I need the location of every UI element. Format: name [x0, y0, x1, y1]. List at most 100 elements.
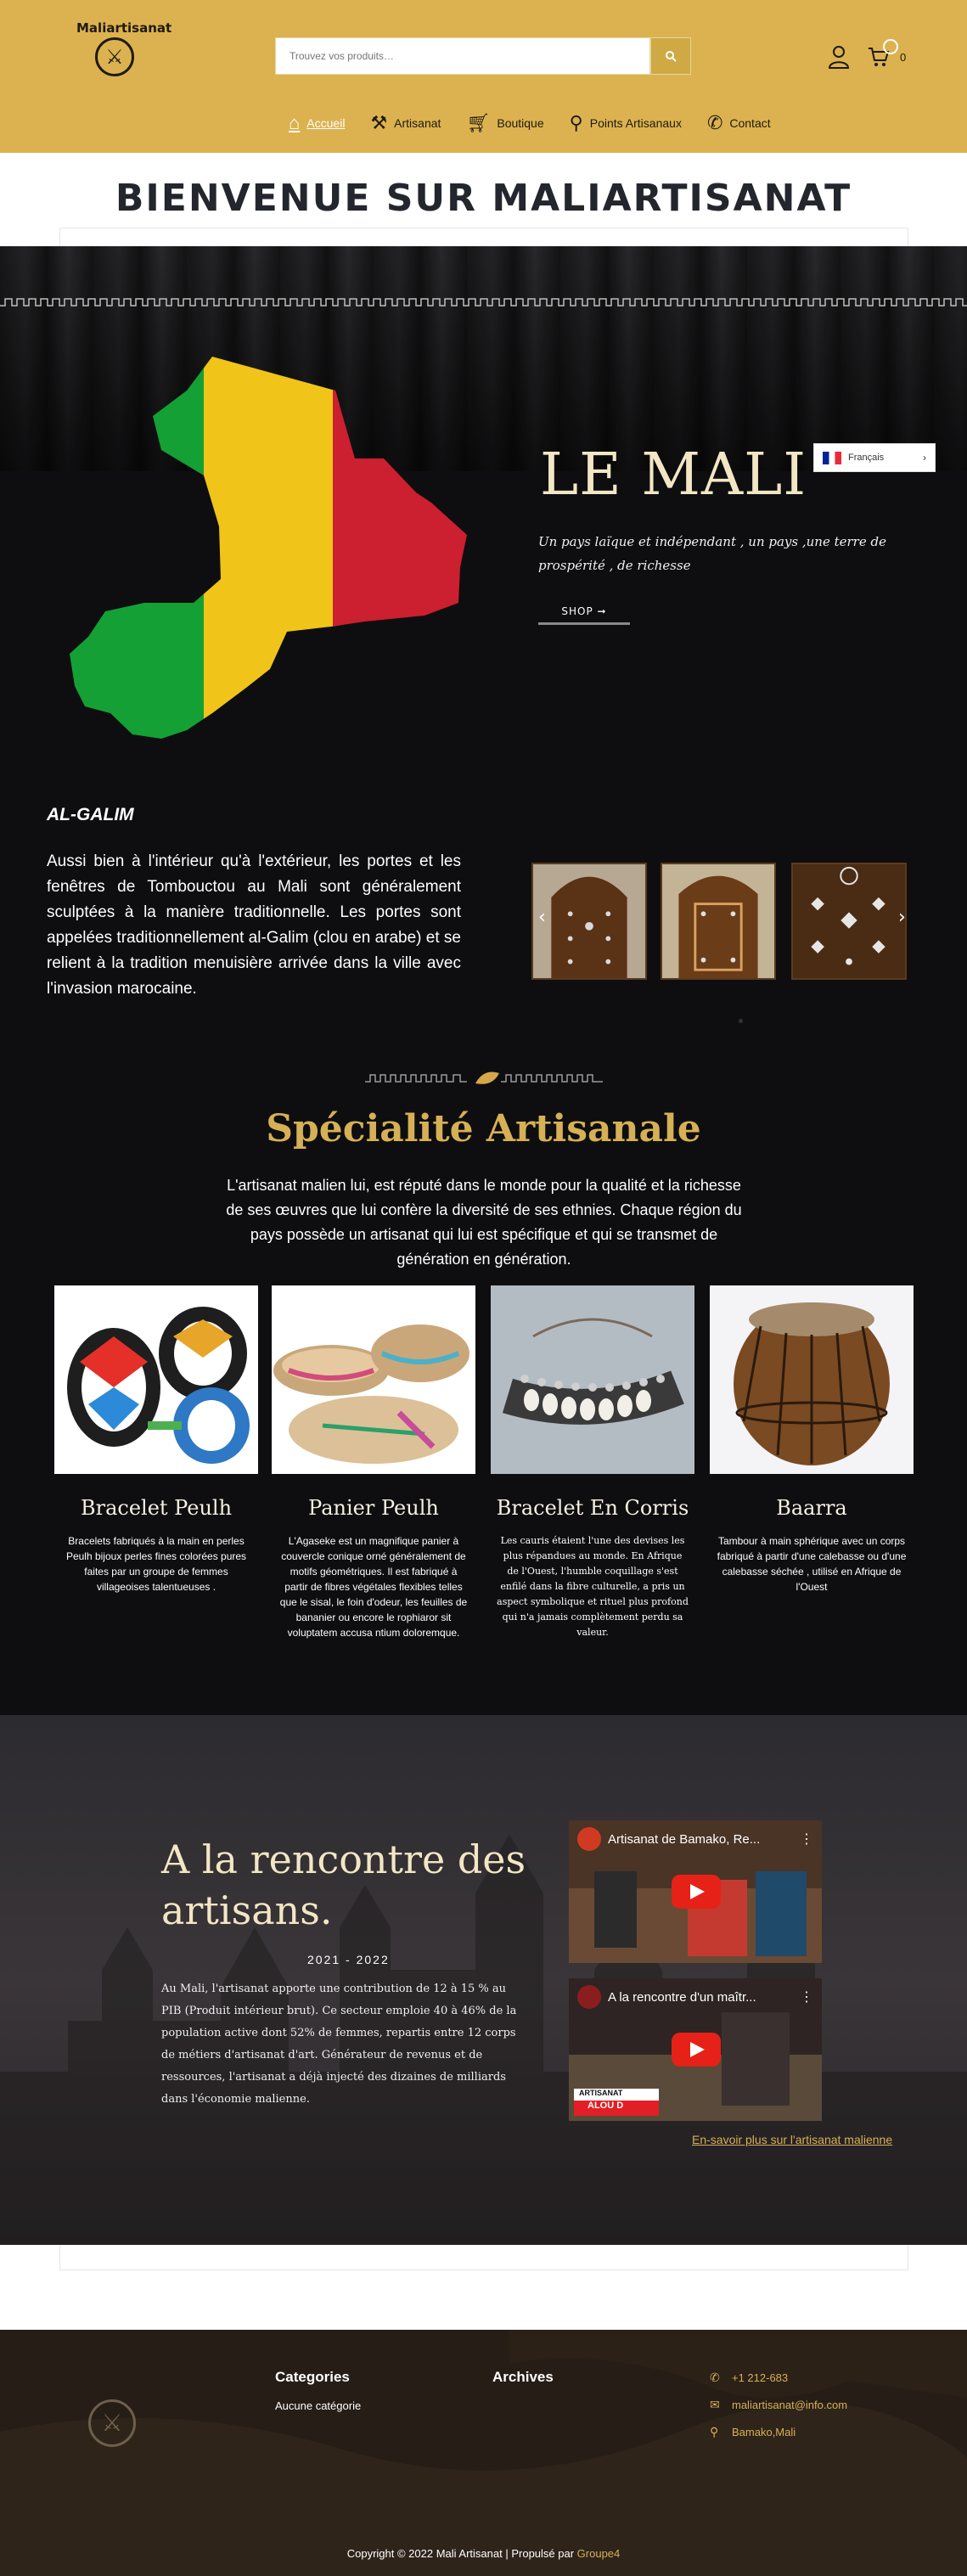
cart-button[interactable]: 0: [868, 39, 910, 68]
footer-email-text: maliartisanat@info.com: [732, 2399, 848, 2411]
door-slider: ‹ ›: [530, 863, 912, 980]
leaf-ornament-icon: [365, 1071, 603, 1084]
slider-prev-arrow-icon[interactable]: ‹: [538, 907, 546, 928]
logo-text: Maliartisanat: [76, 20, 172, 36]
site-logo[interactable]: Maliartisanat: [76, 20, 172, 82]
map-pin-icon: ⚲: [569, 112, 583, 133]
envelope-icon: ✉: [710, 2398, 720, 2411]
product-card[interactable]: Baarra Tambour à main sphérique avec un …: [710, 1285, 914, 1595]
footer-logo-icon[interactable]: [88, 2399, 136, 2447]
product-title: Baarra: [776, 1496, 847, 1520]
footer-map-background: [0, 2330, 967, 2576]
welcome-title: BIENVENUE SUR MALIARTISANAT: [115, 177, 852, 220]
nav-item-contact[interactable]: ✆ Contact: [707, 112, 771, 134]
product-image: [272, 1285, 475, 1474]
video-title: Artisanat de Bamako, Re...: [608, 1831, 761, 1847]
product-description: Tambour à main sphérique avec un corps f…: [717, 1535, 907, 1593]
search-bar: [275, 37, 691, 75]
product-title: Bracelet En Corris: [496, 1496, 689, 1520]
hero-subtitle: Un pays laïque et indépendant , un pays …: [538, 534, 886, 573]
slide-image: [531, 863, 647, 980]
more-options-icon[interactable]: ⋮: [800, 1831, 813, 1848]
specialite-intro: L'artisanat malien lui, est réputé dans …: [226, 1177, 742, 1268]
home-icon: ⌂: [289, 112, 301, 133]
product-image: [491, 1285, 694, 1474]
logo-emblem-icon: [95, 37, 134, 76]
footer-phone[interactable]: ✆ +1 212-683: [710, 2371, 788, 2385]
nav-item-accueil[interactable]: ⌂ Accueil: [289, 112, 345, 134]
video-player[interactable]: ARTISANAT ALOU D A la rencontre d'un maî…: [569, 1978, 822, 2121]
rencontre-section: A la rencontre des artisans. 2021 - 2022…: [0, 1715, 967, 2245]
footer-email[interactable]: ✉ maliartisanat@info.com: [710, 2398, 847, 2412]
french-flag-icon: [823, 451, 841, 464]
video-title-bar: A la rencontre d'un maîtr... ⋮: [577, 1985, 813, 2009]
product-description: Bracelets fabriqués à la main en perles …: [65, 1535, 247, 1593]
hero-section: LE MALI Un pays laïque et indépendant , …: [0, 246, 967, 773]
algalim-title: AL-GALIM: [47, 805, 134, 824]
video-title-bar: Artisanat de Bamako, Re... ⋮: [577, 1827, 813, 1851]
channel-avatar: [577, 1827, 601, 1851]
play-button-icon[interactable]: [672, 1875, 721, 1909]
nav-label: Accueil: [306, 116, 346, 130]
product-description: L'Agaseke est un magnifique panier à cou…: [279, 1535, 468, 1639]
footer-categories-title: Categories: [275, 2369, 350, 2385]
product-card[interactable]: Bracelet En Corris Les cauris étaient l'…: [491, 1285, 694, 1640]
slider-next-arrow-icon[interactable]: ›: [898, 907, 906, 928]
footer-archives-title: Archives: [492, 2369, 554, 2385]
copyright-text: Copyright © 2022 Mali Artisanat | Propul…: [346, 2547, 575, 2560]
nav-label: Points Artisanaux: [589, 116, 682, 130]
shop-button[interactable]: SHOP ➞: [538, 599, 630, 625]
product-title: Bracelet Peulh: [80, 1496, 233, 1520]
nav-label: Boutique: [497, 116, 544, 130]
algalim-text: Aussi bien à l'intérieur qu'à l'extérieu…: [47, 852, 461, 998]
nav-item-points-artisanaux[interactable]: ⚲ Points Artisanaux: [570, 112, 682, 134]
rencontre-date: 2021 - 2022: [307, 1953, 390, 1966]
main-nav: ⌂ Accueil ⚒ Artisanat 🛒︎ Boutique ⚲ Poin…: [289, 112, 796, 134]
algalim-section: AL-GALIM Aussi bien à l'intérieur qu'à l…: [0, 773, 967, 1053]
ornament-border: [0, 298, 967, 307]
product-card[interactable]: Panier Peulh L'Agaseke est un magnifique…: [272, 1285, 475, 1640]
footer-phone-text: +1 212-683: [732, 2371, 789, 2384]
search-input[interactable]: [275, 37, 650, 75]
language-label: Français: [848, 453, 885, 463]
section-frame: [59, 2245, 908, 2270]
product-image: [710, 1285, 914, 1474]
product-card[interactable]: Bracelet Peulh Bracelets fabriqués à la …: [54, 1285, 258, 1595]
slider-dot[interactable]: [739, 1019, 743, 1023]
video-player[interactable]: Artisanat de Bamako, Re... ⋮: [569, 1820, 822, 1963]
rencontre-text: Au Mali, l'artisanat apporte une contrib…: [161, 1983, 517, 2106]
learn-more-link[interactable]: En-savoir plus sur l'artisanat malienne: [692, 2133, 892, 2146]
footer-address-text: Bamako,Mali: [732, 2426, 796, 2438]
channel-avatar: [577, 1985, 601, 2009]
video-caption: ARTISANAT: [574, 2089, 659, 2101]
play-button-icon[interactable]: [672, 2033, 721, 2067]
language-switcher[interactable]: Français ›: [813, 443, 936, 472]
footer-address: ⚲ Bamako,Mali: [710, 2425, 796, 2439]
site-footer: Categories Aucune catégorie Archives ✆ +…: [0, 2330, 967, 2576]
chevron-right-icon: ›: [923, 452, 926, 464]
footer-brand-link[interactable]: Groupe4: [577, 2547, 621, 2560]
footer-categories-empty: Aucune catégorie: [275, 2399, 362, 2412]
rencontre-title: A la rencontre des artisans.: [161, 1836, 526, 1933]
cart-badge: [883, 39, 898, 54]
cart-icon: 🛒︎: [466, 112, 491, 133]
more-options-icon[interactable]: ⋮: [800, 1988, 813, 2005]
welcome-section: BIENVENUE SUR MALIARTISANAT: [0, 153, 967, 253]
video-title: A la rencontre d'un maîtr...: [608, 1989, 756, 2005]
spacer-section: [0, 2245, 967, 2330]
nav-item-artisanat[interactable]: ⚒ Artisanat: [370, 112, 441, 134]
search-button[interactable]: [650, 37, 691, 75]
site-header: Maliartisanat 0 ⌂ Accueil ⚒ Artisanat 🛒︎: [0, 0, 967, 153]
hero-title: LE MALI: [540, 442, 807, 509]
nav-item-boutique[interactable]: 🛒︎ Boutique: [466, 112, 543, 134]
product-title: Panier Peulh: [308, 1496, 439, 1520]
video-caption: ALOU D: [574, 2101, 659, 2116]
slide-image: [661, 863, 776, 980]
user-account-icon[interactable]: [827, 44, 851, 70]
nav-label: Artisanat: [394, 116, 441, 130]
cart-count: 0: [900, 51, 907, 64]
mali-flag-map: [70, 357, 467, 739]
slide-image: [791, 863, 907, 980]
phone-icon: ✆: [710, 2371, 720, 2384]
specialite-title: Spécialité Artisanale: [266, 1107, 701, 1150]
